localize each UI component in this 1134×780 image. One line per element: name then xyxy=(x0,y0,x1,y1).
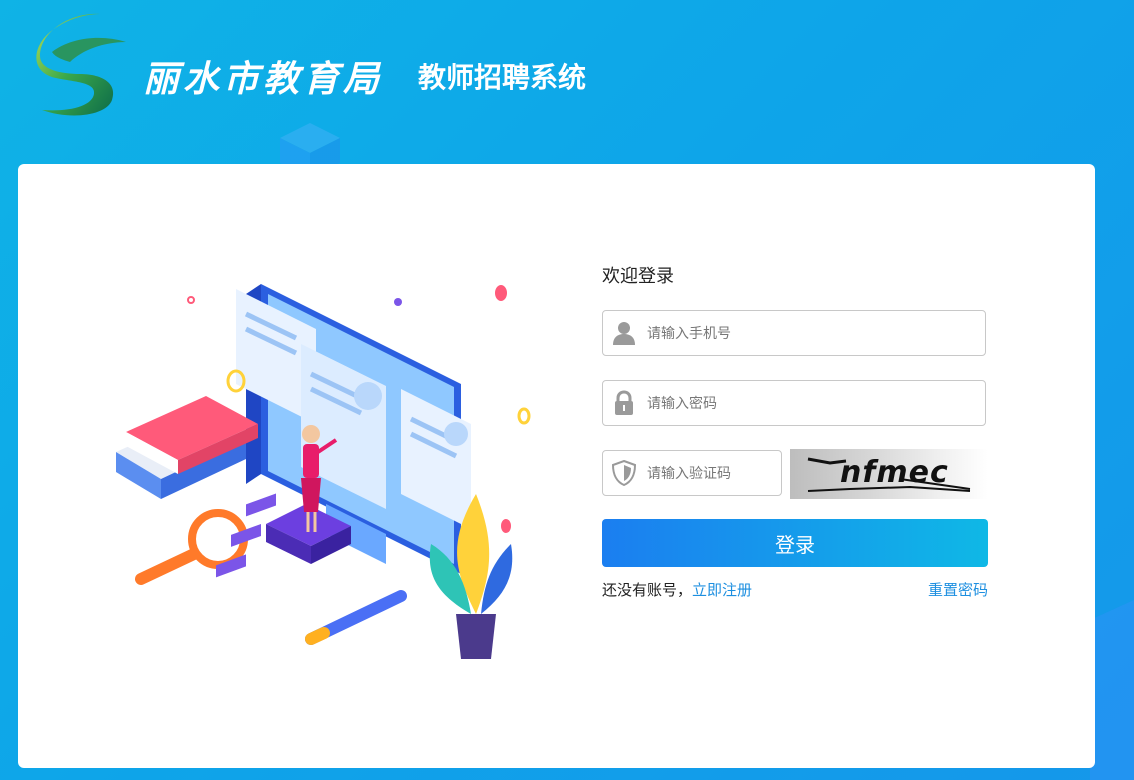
captcha-image[interactable]: nfmec xyxy=(790,449,988,499)
welcome-title: 欢迎登录 xyxy=(602,266,674,287)
system-name: 教师招聘系统 xyxy=(418,61,587,94)
reset-password-link[interactable]: 重置密码 xyxy=(928,579,988,600)
register-link[interactable]: 立即注册 xyxy=(692,581,752,599)
password-field xyxy=(602,380,986,427)
recruitment-illustration xyxy=(116,284,531,659)
captcha-field xyxy=(602,450,782,497)
header: 丽水市教育局 教师招聘系统 xyxy=(30,8,730,128)
user-icon xyxy=(613,322,635,345)
phone-field xyxy=(602,310,986,357)
logo xyxy=(36,13,126,116)
no-account-text: 还没有账号， xyxy=(602,581,693,599)
background-cube-decoration xyxy=(1090,600,1134,780)
password-input[interactable] xyxy=(645,381,979,427)
lock-icon xyxy=(615,390,633,415)
shield-icon xyxy=(611,460,637,486)
login-card: 欢迎登录 请输入手机号 请输入验证码 nfmec 登录 还没有账号，立即注册 重… xyxy=(18,164,1095,768)
login-button[interactable]: 登录 xyxy=(602,519,988,567)
org-name: 丽水市教育局 xyxy=(143,58,384,100)
account-links: 还没有账号，立即注册 重置密码 xyxy=(602,579,988,600)
phone-input[interactable] xyxy=(645,311,979,357)
captcha-text: nfmec xyxy=(840,455,949,490)
captcha-input[interactable] xyxy=(645,451,779,497)
